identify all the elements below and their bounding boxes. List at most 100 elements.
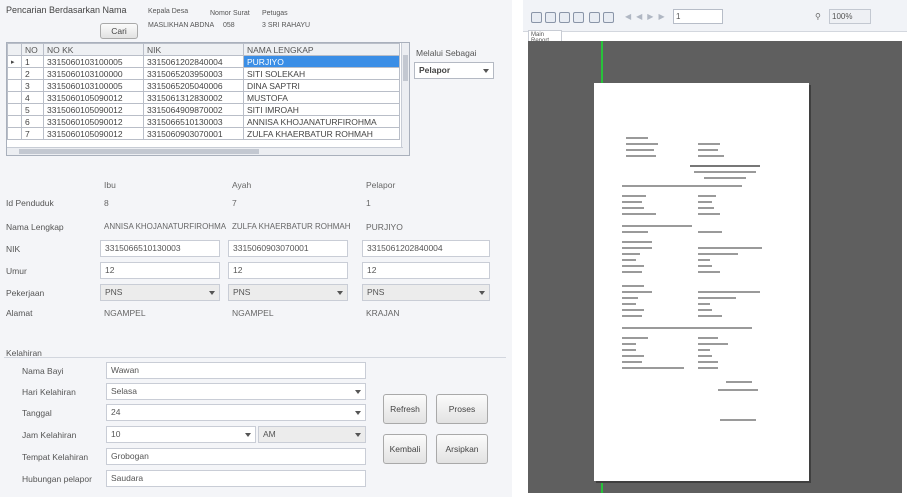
ayah-umur-field[interactable]: 12 <box>228 262 348 279</box>
page-navigation-icons[interactable]: ◀◀▶▶ <box>625 12 670 21</box>
ayah-nama-value: ZULFA KHAERBATUR ROHMAH <box>232 222 351 231</box>
copy-icon[interactable] <box>573 12 584 23</box>
horizontal-scroll-thumb[interactable] <box>19 149 259 154</box>
row-header[interactable] <box>7 103 22 116</box>
search-binoculars-icon[interactable]: ⚲ <box>815 12 821 21</box>
hari-kelahiran-select[interactable]: Selasa <box>106 383 366 400</box>
grid-header-nama[interactable]: NAMA LENGKAP <box>243 43 400 56</box>
row-header[interactable] <box>7 127 22 140</box>
ibu-pekerjaan-select[interactable]: PNS <box>100 284 220 301</box>
melalui-value: Pelapor <box>419 65 451 75</box>
ibu-pekerjaan-value: PNS <box>105 287 123 297</box>
table-row[interactable]: 6 3315060105090012 3315066510130003 ANNI… <box>7 115 400 128</box>
cell-nik: 3315061312830002 <box>143 91 244 104</box>
row-header[interactable] <box>7 67 22 80</box>
ampm-value: AM <box>263 429 276 439</box>
pekerjaan-label: Pekerjaan <box>6 288 45 298</box>
pelapor-nik-field[interactable]: 3315061202840004 <box>362 240 490 257</box>
group-tree-icon[interactable] <box>603 12 614 23</box>
main-report-tab[interactable]: Main Report <box>528 30 562 44</box>
ibu-nik-field[interactable]: 3315066510130003 <box>100 240 220 257</box>
tanggal-select[interactable]: 24 <box>106 404 366 421</box>
table-row[interactable]: 7 3315060105090012 3315060903070001 ZULF… <box>7 127 400 140</box>
cari-button[interactable]: Cari <box>100 23 138 39</box>
cell-nokk: 3315060103100000 <box>43 67 144 80</box>
print-icon[interactable] <box>545 12 556 23</box>
cell-nama: ZULFA KHAERBATUR ROHMAH <box>243 127 400 140</box>
toggle-tree-icon[interactable] <box>589 12 600 23</box>
table-row[interactable]: 4 3315060105090012 3315061312830002 MUST… <box>7 91 400 104</box>
ayah-pekerjaan-select[interactable]: PNS <box>228 284 348 301</box>
zoom-select[interactable]: 100% <box>829 9 871 24</box>
cell-nik: 3315060903070001 <box>143 127 244 140</box>
cell-nama: DINA SAPTRI <box>243 79 400 92</box>
table-row[interactable]: 2 3315060103100000 3315065203950003 SITI… <box>7 67 400 80</box>
cell-nik: 3315066510130003 <box>143 115 244 128</box>
row-header[interactable] <box>7 79 22 92</box>
penduduk-grid[interactable]: NO NO KK NIK NAMA LENGKAP ▸ 1 3315060103… <box>6 42 410 156</box>
hubungan-pelapor-field[interactable]: Saudara <box>106 470 366 487</box>
row-header[interactable] <box>7 91 22 104</box>
chevron-down-icon <box>209 291 215 295</box>
nama-bayi-field[interactable]: Wawan <box>106 362 366 379</box>
table-row[interactable]: 3 3315060103100005 3315065205040006 DINA… <box>7 79 400 92</box>
kepala-desa-value: MASLIKHAN ABDNA <box>148 22 215 29</box>
cell-no: 6 <box>21 115 44 128</box>
melalui-select[interactable]: Pelapor <box>414 62 494 79</box>
report-canvas <box>528 41 902 493</box>
nomor-surat-label: Nomor Surat <box>210 10 250 17</box>
grid-header-no[interactable]: NO <box>21 43 44 56</box>
pelapor-pekerjaan-select[interactable]: PNS <box>362 284 490 301</box>
ibu-id-value: 8 <box>104 198 109 208</box>
umur-label: Umur <box>6 266 27 276</box>
chevron-down-icon <box>355 433 361 437</box>
page-number-input[interactable]: 1 <box>673 9 723 24</box>
row-selector-icon[interactable]: ▸ <box>7 55 22 68</box>
jam-select[interactable]: 10 <box>106 426 256 443</box>
refresh-button[interactable]: Refresh <box>383 394 427 424</box>
panel-separator <box>512 0 523 497</box>
ayah-nik-field[interactable]: 3315060903070001 <box>228 240 348 257</box>
kembali-button[interactable]: Kembali <box>383 434 427 464</box>
hubungan-pelapor-label: Hubungan pelapor <box>22 474 92 484</box>
grid-vertical-scrollbar[interactable] <box>401 43 409 155</box>
table-row[interactable]: ▸ 1 3315060103100005 3315061202840004 PU… <box>7 55 400 68</box>
birth-form-panel: Pencarian Berdasarkan Nama Cari Kepala D… <box>0 0 512 497</box>
grid-header-nokk[interactable]: NO KK <box>43 43 144 56</box>
cell-nama: SITI IMROAH <box>243 103 400 116</box>
ampm-select[interactable]: AM <box>258 426 366 443</box>
cell-nokk: 3315060105090012 <box>43 115 144 128</box>
cell-no: 1 <box>21 55 44 68</box>
refresh-report-icon[interactable] <box>559 12 570 23</box>
hari-kelahiran-value: Selasa <box>111 386 137 396</box>
ibu-nama-value: ANNISA KHOJANATURFIROHMA <box>104 222 227 231</box>
cell-no: 5 <box>21 103 44 116</box>
arsipkan-button[interactable]: Arsipkan <box>436 434 488 464</box>
grid-header-row: NO NO KK NIK NAMA LENGKAP <box>7 43 400 56</box>
cell-nokk: 3315060103100005 <box>43 55 144 68</box>
table-row[interactable]: 5 3315060105090012 3315064909870002 SITI… <box>7 103 400 116</box>
cell-no: 3 <box>21 79 44 92</box>
pelapor-pekerjaan-value: PNS <box>367 287 385 297</box>
export-icon[interactable] <box>531 12 542 23</box>
grid-horizontal-scrollbar[interactable] <box>7 147 403 155</box>
pelapor-umur-field[interactable]: 12 <box>362 262 490 279</box>
nama-bayi-label: Nama Bayi <box>22 366 64 376</box>
cell-nik: 3315061202840004 <box>143 55 244 68</box>
tanggal-label: Tanggal <box>22 408 52 418</box>
grid-header-nik[interactable]: NIK <box>143 43 244 56</box>
cell-nama: ANNISA KHOJANATURFIROHMA <box>243 115 400 128</box>
proses-button[interactable]: Proses <box>436 394 488 424</box>
cell-nokk: 3315060105090012 <box>43 127 144 140</box>
kepala-desa-label: Kepala Desa <box>148 8 189 15</box>
melalui-label: Melalui Sebagai <box>416 48 477 58</box>
tempat-kelahiran-field[interactable]: Grobogan <box>106 448 366 465</box>
hari-kelahiran-label: Hari Kelahiran <box>22 387 76 397</box>
cell-nama: MUSTOFA <box>243 91 400 104</box>
pelapor-id-value: 1 <box>366 198 371 208</box>
ibu-column-header: Ibu <box>104 180 116 190</box>
row-header[interactable] <box>7 115 22 128</box>
vertical-scroll-thumb[interactable] <box>403 55 408 81</box>
ibu-umur-field[interactable]: 12 <box>100 262 220 279</box>
section-divider <box>4 357 506 358</box>
